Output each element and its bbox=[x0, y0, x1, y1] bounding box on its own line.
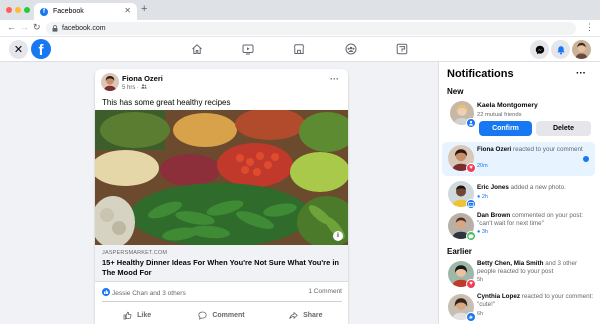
info-icon[interactable]: i bbox=[333, 231, 343, 241]
request-mutual-friends: 22 mutual friends bbox=[477, 112, 522, 118]
like-label: Like bbox=[137, 311, 152, 319]
tab-bar: f Facebook ✕ + bbox=[0, 0, 600, 20]
back-icon[interactable]: ← bbox=[7, 22, 16, 32]
messenger-icon bbox=[535, 45, 544, 54]
notification-text: Betty Chen, Mia Smith and 3 other people… bbox=[477, 260, 578, 275]
link-domain: JASPERSMARKET.COM bbox=[102, 250, 168, 256]
notification-text: Cynthia Lopez reacted to your comment: "… bbox=[477, 293, 594, 308]
gaming-icon[interactable] bbox=[396, 43, 408, 55]
profile-avatar[interactable] bbox=[572, 40, 591, 59]
link-preview[interactable]: JASPERSMARKET.COM 15+ Healthy Dinner Ide… bbox=[95, 245, 348, 282]
friend-request-item[interactable]: Kaela Montgomery 22 mutual friends Confi… bbox=[442, 97, 595, 139]
love-reaction-icon: ♥ bbox=[466, 163, 476, 173]
close-window-dot[interactable] bbox=[6, 7, 12, 13]
reactions-text[interactable]: Jessie Chan and 3 others bbox=[112, 290, 186, 297]
delete-button[interactable]: Delete bbox=[536, 121, 591, 136]
reload-icon[interactable]: ↻ bbox=[33, 22, 41, 33]
home-icon[interactable] bbox=[191, 43, 203, 55]
comment-badge-icon bbox=[466, 231, 476, 241]
section-earlier-heading: Earlier bbox=[447, 247, 472, 256]
notification-time: 5h bbox=[477, 277, 484, 283]
address-bar: ← → ↻ facebook.com ⋮ bbox=[0, 20, 600, 37]
unread-dot bbox=[583, 156, 589, 162]
notification-time: ● 2h bbox=[477, 194, 488, 200]
post-meta: 5 hrs · bbox=[122, 84, 147, 91]
post-actions: Like Comment Share bbox=[95, 307, 348, 323]
maximize-window-dot[interactable] bbox=[24, 7, 30, 13]
new-tab-icon[interactable]: + bbox=[141, 3, 147, 15]
post-text: This has some great healthy recipes bbox=[102, 98, 231, 107]
comment-icon bbox=[198, 311, 207, 320]
facebook-logo-icon[interactable]: f bbox=[31, 39, 51, 59]
comments-count[interactable]: 1 Comment bbox=[308, 288, 342, 295]
friends-audience-icon bbox=[140, 84, 147, 89]
feed-post: Fiona Ozeri 5 hrs · ··· This has some gr… bbox=[95, 69, 348, 324]
post-author-name[interactable]: Fiona Ozeri bbox=[122, 74, 163, 83]
confirm-button[interactable]: Confirm bbox=[479, 121, 532, 136]
notification-item-cynthia[interactable]: Cynthia Lopez reacted to your comment: "… bbox=[442, 291, 595, 324]
like-button[interactable]: Like bbox=[95, 307, 179, 323]
market-vegetables-image bbox=[95, 110, 348, 245]
facebook-header: ✕ f bbox=[0, 37, 600, 62]
close-tab-icon[interactable]: ✕ bbox=[124, 6, 131, 15]
close-icon[interactable]: ✕ bbox=[9, 40, 28, 59]
share-label: Share bbox=[303, 311, 323, 319]
notification-text: Dan Brown commented on your post: "can't… bbox=[477, 212, 584, 227]
groups-icon[interactable] bbox=[345, 43, 357, 55]
notifications-button[interactable] bbox=[551, 40, 570, 59]
request-name: Kaela Montgomery bbox=[477, 102, 538, 109]
friend-request-badge-icon bbox=[466, 118, 476, 128]
love-reaction-icon: ♥ bbox=[466, 279, 476, 289]
thumbs-up-icon bbox=[123, 311, 132, 319]
link-title: 15+ Healthy Dinner Ideas For When You're… bbox=[102, 258, 340, 277]
minimize-window-dot[interactable] bbox=[15, 7, 21, 13]
browser-menu-icon[interactable]: ⋮ bbox=[585, 22, 594, 33]
share-button[interactable]: Share bbox=[264, 307, 348, 323]
news-feed: Fiona Ozeri 5 hrs · ··· This has some gr… bbox=[0, 62, 438, 324]
messenger-button[interactable] bbox=[530, 40, 549, 59]
post-time[interactable]: 5 hrs bbox=[122, 85, 135, 91]
facebook-favicon-icon: f bbox=[40, 7, 48, 16]
watch-icon[interactable] bbox=[242, 43, 254, 55]
notification-item-dan[interactable]: Dan Brown commented on your post: "can't… bbox=[442, 210, 595, 246]
marketplace-icon[interactable] bbox=[293, 43, 305, 55]
post-divider bbox=[102, 301, 342, 302]
comment-label: Comment bbox=[212, 311, 245, 319]
notification-time: ● 3h bbox=[477, 229, 488, 235]
notification-text: Fiona Ozeri reacted to your comment bbox=[477, 146, 583, 153]
notifications-options-icon[interactable]: ··· bbox=[576, 68, 586, 79]
notification-item-fiona[interactable]: ♥ Fiona Ozeri reacted to your comment 20… bbox=[442, 142, 595, 176]
post-link-image[interactable]: i bbox=[95, 110, 348, 245]
lock-icon bbox=[52, 25, 58, 32]
notifications-title: Notifications bbox=[447, 68, 514, 80]
bell-icon bbox=[556, 45, 565, 54]
notification-item-eric[interactable]: Eric Jones added a new photo. ● 2h bbox=[442, 178, 595, 210]
photo-badge-icon bbox=[466, 199, 476, 209]
url-field[interactable]: facebook.com bbox=[46, 22, 576, 35]
post-author-avatar[interactable] bbox=[101, 73, 119, 91]
url-text: facebook.com bbox=[62, 25, 106, 32]
notifications-panel: Notifications ··· New Kaela Montgomery 2… bbox=[438, 62, 600, 324]
comment-button[interactable]: Comment bbox=[179, 307, 263, 323]
notification-time: 20m bbox=[477, 163, 488, 169]
post-options-icon[interactable]: ··· bbox=[330, 74, 339, 84]
notification-time: 6h bbox=[477, 311, 484, 317]
notification-text: Eric Jones added a new photo. bbox=[477, 184, 566, 191]
like-reaction-icon bbox=[466, 312, 476, 322]
notification-item-betty[interactable]: ♥ Betty Chen, Mia Smith and 3 other peop… bbox=[442, 258, 595, 290]
browser-tab[interactable]: f Facebook ✕ bbox=[34, 3, 137, 20]
share-icon bbox=[289, 311, 298, 319]
tab-title: Facebook bbox=[53, 8, 84, 15]
like-reaction-icon bbox=[102, 288, 110, 296]
browser-window: f Facebook ✕ + ← → ↻ facebook.com ⋮ ✕ f bbox=[0, 0, 600, 324]
forward-icon[interactable]: → bbox=[20, 22, 29, 32]
reactions-row: Jessie Chan and 3 others 1 Comment bbox=[102, 288, 342, 297]
section-new-heading: New bbox=[447, 87, 464, 96]
